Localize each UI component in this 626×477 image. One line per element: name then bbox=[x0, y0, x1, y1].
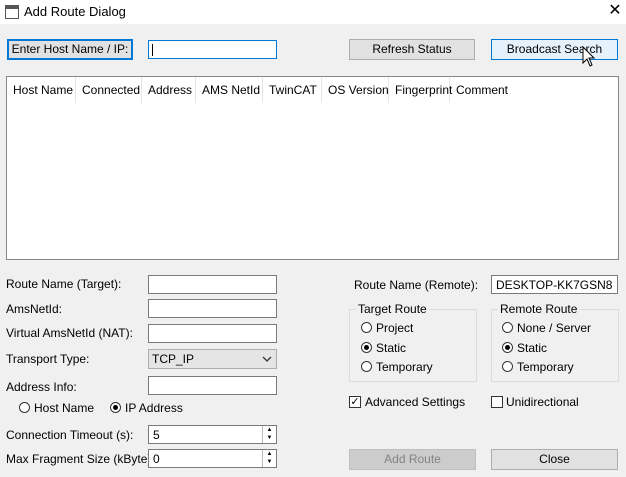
spin-down-icon[interactable]: ▼ bbox=[263, 458, 276, 466]
remote-temporary-label: Temporary bbox=[517, 360, 574, 374]
target-project-radio[interactable] bbox=[361, 322, 372, 333]
amsnetid-input[interactable] bbox=[148, 299, 277, 318]
max-fragment-label: Max Fragment Size (kByte): bbox=[6, 452, 155, 466]
fragment-spinner[interactable]: ▲ ▼ bbox=[262, 450, 276, 467]
virtual-amsnetid-input[interactable] bbox=[148, 324, 277, 343]
remote-route-title: Remote Route bbox=[498, 302, 580, 316]
window-title: Add Route Dialog bbox=[24, 4, 126, 19]
address-info-label: Address Info: bbox=[6, 380, 77, 394]
spin-down-icon[interactable]: ▼ bbox=[263, 434, 276, 442]
target-project-label: Project bbox=[376, 321, 414, 335]
remote-none-server-radio[interactable] bbox=[502, 322, 513, 333]
route-name-target-input[interactable] bbox=[148, 275, 277, 294]
broadcast-search-button[interactable]: Broadcast Search bbox=[491, 39, 618, 60]
host-name-radio-label: Host Name bbox=[34, 401, 95, 415]
column-header-host-name[interactable]: Host Name bbox=[7, 77, 76, 103]
connection-timeout-input[interactable]: 5 ▲ ▼ bbox=[148, 425, 277, 444]
max-fragment-input[interactable]: 0 ▲ ▼ bbox=[148, 449, 277, 468]
remote-static-radio[interactable] bbox=[502, 342, 513, 353]
target-static-radio[interactable] bbox=[361, 342, 372, 353]
table-header: Host Name Connected Address AMS NetId Tw… bbox=[7, 77, 510, 103]
ip-address-radio[interactable] bbox=[110, 402, 121, 413]
target-static-label: Static bbox=[376, 341, 407, 355]
host-input[interactable] bbox=[148, 40, 277, 59]
route-name-remote-label: Route Name (Remote): bbox=[354, 278, 479, 292]
mouse-cursor-icon bbox=[582, 46, 596, 67]
title-bar: Add Route Dialog ✕ bbox=[0, 0, 626, 24]
window-icon bbox=[5, 5, 19, 19]
remote-none-server-label: None / Server bbox=[517, 321, 592, 335]
refresh-status-button[interactable]: Refresh Status bbox=[349, 39, 475, 60]
close-icon[interactable]: ✕ bbox=[606, 1, 624, 21]
unidirectional-checkbox[interactable] bbox=[491, 396, 503, 408]
column-header-os-version[interactable]: OS Version bbox=[322, 77, 389, 103]
column-header-connected[interactable]: Connected bbox=[76, 77, 142, 103]
column-header-twincat[interactable]: TwinCAT bbox=[263, 77, 322, 103]
column-header-ams-netid[interactable]: AMS NetId bbox=[196, 77, 263, 103]
close-button[interactable]: Close bbox=[491, 449, 618, 470]
target-route-title: Target Route bbox=[356, 302, 429, 316]
advanced-settings-label: Advanced Settings bbox=[365, 395, 466, 409]
timeout-spinner[interactable]: ▲ ▼ bbox=[262, 426, 276, 443]
spin-up-icon[interactable]: ▲ bbox=[263, 450, 276, 458]
unidirectional-label: Unidirectional bbox=[506, 395, 579, 409]
spin-up-icon[interactable]: ▲ bbox=[263, 426, 276, 434]
transport-type-select[interactable]: TCP_IP bbox=[148, 349, 277, 369]
remote-temporary-radio[interactable] bbox=[502, 361, 513, 372]
column-header-fingerprint[interactable]: Fingerprint bbox=[389, 77, 452, 103]
advanced-settings-checkbox[interactable]: ✓ bbox=[349, 396, 361, 408]
add-route-button[interactable]: Add Route bbox=[349, 449, 476, 470]
target-temporary-radio[interactable] bbox=[361, 361, 372, 372]
remote-static-label: Static bbox=[517, 341, 548, 355]
amsnetid-label: AmsNetId: bbox=[6, 302, 63, 316]
transport-type-label: Transport Type: bbox=[6, 352, 90, 366]
virtual-amsnetid-label: Virtual AmsNetId (NAT): bbox=[6, 326, 133, 340]
column-header-comment[interactable]: Comment bbox=[450, 77, 510, 103]
column-header-address[interactable]: Address bbox=[142, 77, 196, 103]
host-list-table[interactable]: Host Name Connected Address AMS NetId Tw… bbox=[6, 76, 619, 260]
chevron-down-icon bbox=[262, 356, 272, 362]
host-name-radio[interactable] bbox=[19, 402, 30, 413]
route-name-remote-input[interactable]: DESKTOP-KK7GSN8 bbox=[491, 275, 618, 294]
text-caret bbox=[152, 44, 153, 56]
enter-host-button[interactable]: Enter Host Name / IP: bbox=[7, 39, 133, 60]
route-name-target-label: Route Name (Target): bbox=[6, 277, 122, 291]
ip-address-radio-label: IP Address bbox=[125, 401, 183, 415]
target-temporary-label: Temporary bbox=[376, 360, 433, 374]
connection-timeout-label: Connection Timeout (s): bbox=[6, 428, 134, 442]
address-info-input[interactable] bbox=[148, 376, 277, 395]
